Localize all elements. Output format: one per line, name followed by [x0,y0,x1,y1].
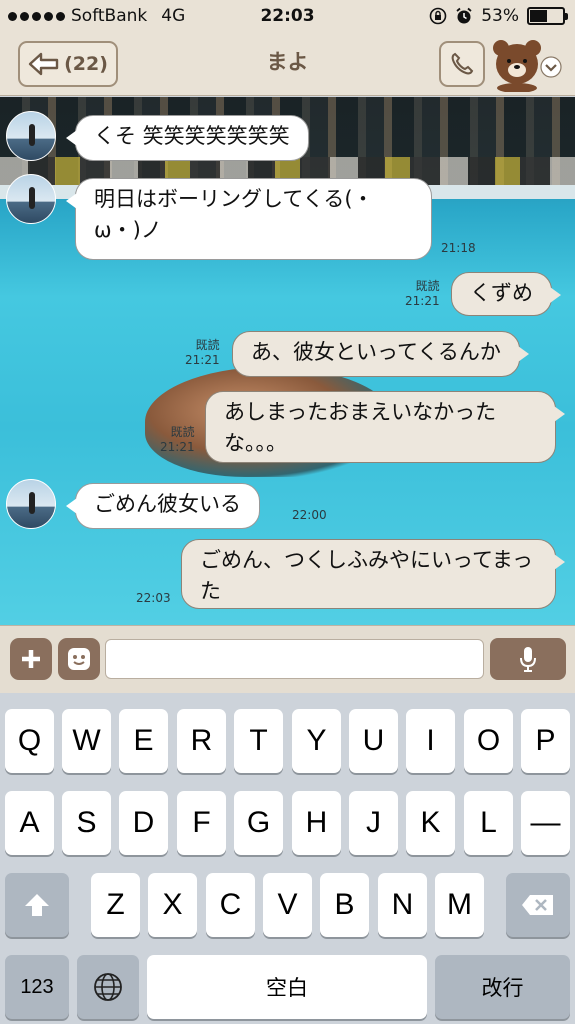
key-o[interactable]: O [464,709,513,773]
key-m[interactable]: M [435,873,484,937]
key-c[interactable]: C [206,873,255,937]
key-f[interactable]: F [177,791,226,855]
contact-avatar[interactable] [6,174,56,224]
message-time: 21:21 [185,353,220,367]
key-g[interactable]: G [234,791,283,855]
read-receipt: 既読 [415,279,440,293]
backspace-icon [522,895,553,915]
key-u[interactable]: U [349,709,398,773]
add-attachment-button[interactable] [10,638,52,680]
message-text: くずめ [470,281,533,305]
key-k[interactable]: K [406,791,455,855]
message-time: 21:18 [441,241,476,255]
key-b[interactable]: B [320,873,369,937]
chat-header: (22) まよ [0,32,575,96]
contact-avatar[interactable] [6,111,56,161]
message-time: 21:21 [160,440,195,454]
key-w[interactable]: W [62,709,111,773]
rotation-lock-icon [429,7,447,25]
smiley-icon [68,648,90,670]
battery-percent: 53% [481,6,519,26]
key-z[interactable]: Z [91,873,140,937]
message-meta: 既読 21:21 [405,279,440,309]
message-text: あ、彼女といってくるんか [251,340,501,364]
globe-icon [94,973,122,1001]
key-dash[interactable]: — [521,791,570,855]
message-text: あしまったおまえいなかったな。。。 [224,400,497,455]
message-bubble-outgoing[interactable]: あしまったおまえいなかったな。。。 [205,391,565,463]
message-bubble-outgoing[interactable]: くずめ [451,272,561,316]
alarm-icon [456,7,472,24]
message-time: 22:00 [292,508,327,522]
message-text: ごめん、つくしふみやにいってまった [200,548,534,603]
contact-avatar[interactable] [6,479,56,529]
message-meta: 既読 21:21 [185,338,220,368]
key-i[interactable]: I [406,709,455,773]
call-button[interactable] [439,41,485,87]
numbers-key[interactable]: 123 [5,955,69,1019]
space-key[interactable]: 空白 [147,955,427,1019]
key-h[interactable]: H [292,791,341,855]
chat-title: まよ [266,50,309,74]
delete-key[interactable] [506,873,570,937]
bear-sticker-icon[interactable] [491,36,543,92]
globe-key[interactable] [77,955,139,1019]
chat-area[interactable]: くそ 笑笑笑笑笑笑笑 明日はボーリングしてくる(・ω・)ノ 21:18 既読 2… [0,97,575,625]
message-text: くそ 笑笑笑笑笑笑笑 [94,124,290,148]
message-bubble-outgoing[interactable]: あ、彼女といってくるんか [232,331,529,377]
key-a[interactable]: A [5,791,54,855]
key-p[interactable]: P [521,709,570,773]
key-r[interactable]: R [177,709,226,773]
chevron-down-icon[interactable] [540,56,562,78]
key-q[interactable]: Q [5,709,54,773]
shift-key[interactable] [5,873,69,937]
key-j[interactable]: J [349,791,398,855]
message-input-bar [0,625,575,693]
voice-message-button[interactable] [490,638,566,680]
key-y[interactable]: Y [292,709,341,773]
message-bubble-incoming[interactable]: ごめん彼女いる [66,483,260,529]
key-d[interactable]: D [119,791,168,855]
message-bubble-incoming[interactable]: 明日はボーリングしてくる(・ω・)ノ [66,178,432,260]
message-time: 22:03 [136,591,171,605]
message-input[interactable] [105,639,484,679]
message-bubble-incoming[interactable]: くそ 笑笑笑笑笑笑笑 [66,115,309,161]
battery-icon [527,7,568,25]
message-bubble-outgoing[interactable]: ごめん、つくしふみやにいってまった [181,539,565,609]
message-meta: 既読 21:21 [160,425,195,455]
plus-icon [22,650,40,668]
sticker-button[interactable] [58,638,100,680]
key-s[interactable]: S [62,791,111,855]
read-receipt: 既読 [170,425,195,439]
shift-icon [25,894,49,916]
message-text: 明日はボーリングしてくる(・ω・)ノ [94,187,374,242]
key-t[interactable]: T [234,709,283,773]
return-key[interactable]: 改行 [435,955,570,1019]
key-v[interactable]: V [263,873,312,937]
microphone-icon [520,647,536,672]
status-bar: SoftBank 4G 22:03 53% [0,0,575,32]
message-text: ごめん彼女いる [94,492,241,516]
message-time: 21:21 [405,294,440,308]
read-receipt: 既読 [195,338,220,352]
key-l[interactable]: L [464,791,513,855]
key-x[interactable]: X [148,873,197,937]
keyboard: Q W E R T Y U I O P A S D F G H J K L — … [0,693,575,1024]
key-n[interactable]: N [378,873,427,937]
phone-icon [451,52,474,75]
key-e[interactable]: E [119,709,168,773]
